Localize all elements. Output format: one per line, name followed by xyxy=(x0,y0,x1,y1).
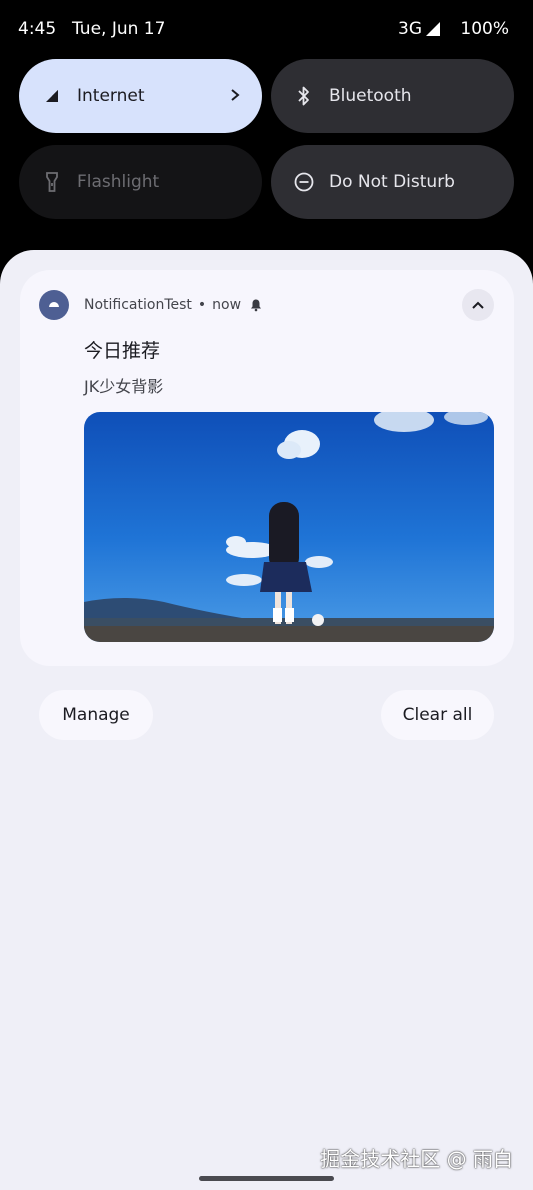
chevron-up-icon xyxy=(472,301,484,309)
home-indicator[interactable] xyxy=(199,1176,334,1181)
tile-bluetooth[interactable]: Bluetooth xyxy=(271,59,514,133)
app-name: NotificationTest xyxy=(84,297,192,313)
header-separator: • xyxy=(197,297,207,313)
flashlight-icon xyxy=(41,171,63,193)
tile-internet-label: Internet xyxy=(77,86,145,106)
network-type: 3G xyxy=(398,19,422,39)
app-icon xyxy=(39,290,69,320)
date-label: Tue, Jun 17 xyxy=(72,19,166,39)
battery-level: 100% xyxy=(460,19,509,39)
signal-icon xyxy=(426,22,440,36)
notification-card[interactable]: NotificationTest • now 今日推荐 JK少女背影 xyxy=(20,270,514,666)
bluetooth-icon xyxy=(293,85,315,107)
tile-dnd-label: Do Not Disturb xyxy=(329,172,455,192)
bell-icon xyxy=(251,299,262,312)
chevron-right-icon[interactable] xyxy=(228,85,242,105)
watermark: 掘金技术社区 @ 雨白 xyxy=(320,1147,513,1171)
notification-text: JK少女背影 xyxy=(84,377,164,396)
signal-icon xyxy=(41,85,63,107)
clock-time: 4:45 xyxy=(18,19,57,39)
clear-all-button[interactable]: Clear all xyxy=(381,690,494,740)
notification-time: now xyxy=(212,297,242,313)
tile-bluetooth-label: Bluetooth xyxy=(329,86,412,106)
collapse-button[interactable] xyxy=(462,289,494,321)
tile-do-not-disturb[interactable]: Do Not Disturb xyxy=(271,145,514,219)
notification-header: NotificationTest • now xyxy=(84,297,263,313)
notification-image xyxy=(84,412,494,642)
photo-girl-icon xyxy=(84,412,494,642)
manage-button[interactable]: Manage xyxy=(39,690,153,740)
tile-internet[interactable]: Internet xyxy=(19,59,262,133)
tile-flashlight-label: Flashlight xyxy=(77,172,160,192)
notification-title: 今日推荐 xyxy=(84,340,161,362)
tile-flashlight[interactable]: Flashlight xyxy=(19,145,262,219)
do-not-disturb-icon xyxy=(293,171,315,193)
notification-shade: NotificationTest • now 今日推荐 JK少女背影 Manag… xyxy=(0,250,533,1190)
status-bar: 4:45 Tue, Jun 17 3G 100% xyxy=(0,0,533,60)
